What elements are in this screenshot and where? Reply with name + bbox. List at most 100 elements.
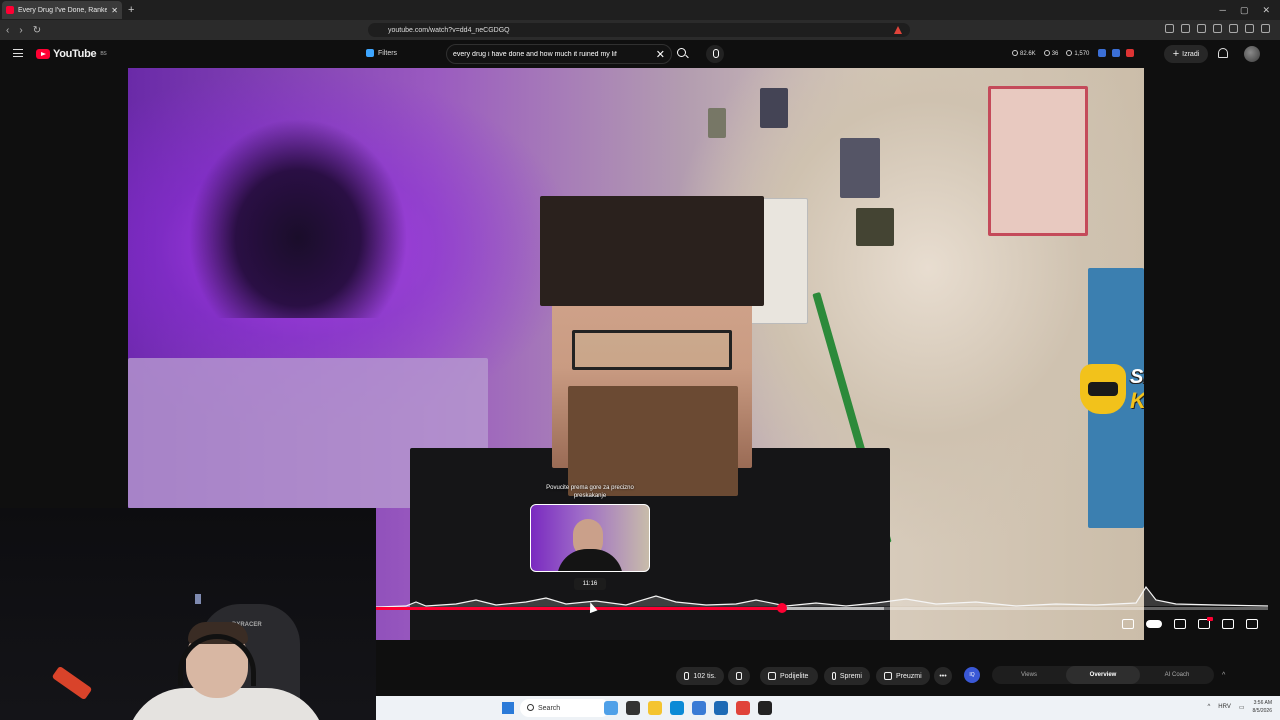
tab-ai-coach[interactable]: AI Coach <box>1140 666 1214 684</box>
file-explorer-icon[interactable] <box>648 701 662 715</box>
progress-played <box>376 607 782 610</box>
stat-value: 82.6K <box>1020 51 1036 57</box>
chapters-icon[interactable] <box>1122 619 1134 629</box>
tray-overflow-icon[interactable]: ^ <box>1207 704 1210 710</box>
thumbs-down-icon <box>736 672 742 680</box>
video-actions: 102 tis. Podijelite Spremi Preuzmi ••• I… <box>376 640 1280 696</box>
extension-icon[interactable] <box>1261 24 1270 33</box>
notifications-bell-icon[interactable] <box>1218 48 1228 58</box>
forward-icon[interactable]: › <box>19 25 22 36</box>
eye-icon <box>1012 50 1018 56</box>
logo-text: YouTube <box>53 48 97 60</box>
close-tab-icon[interactable]: ✕ <box>111 6 118 15</box>
extension-icon[interactable] <box>1181 24 1190 33</box>
heatmap-curve <box>376 585 1268 608</box>
create-label: Izradi <box>1182 50 1200 58</box>
player-controls-right <box>1122 617 1258 629</box>
extension-icon[interactable] <box>1245 24 1254 33</box>
more-actions-button[interactable]: ••• <box>934 667 952 685</box>
tab-views[interactable]: Views <box>992 666 1066 684</box>
collapse-chevron-icon[interactable]: ^ <box>1222 672 1225 679</box>
network-icon[interactable]: ▭ <box>1239 704 1245 711</box>
monkey-logo-icon <box>1080 364 1126 414</box>
dislike-button[interactable] <box>728 667 750 685</box>
avatar[interactable] <box>1244 46 1260 62</box>
windows-start-icon[interactable] <box>502 702 514 714</box>
extension-icon[interactable] <box>1213 24 1222 33</box>
segmented-control: Views Overview AI Coach <box>992 666 1214 684</box>
miniplayer-icon[interactable] <box>1222 619 1234 629</box>
youtube-logo[interactable]: YouTube BS <box>36 48 107 60</box>
download-button[interactable]: Preuzmi <box>876 667 930 685</box>
like-button[interactable]: 102 tis. <box>676 667 724 685</box>
filters-button[interactable]: Filters <box>366 49 397 57</box>
clear-search-icon[interactable]: ✕ <box>656 48 665 61</box>
app-icon[interactable] <box>758 701 772 715</box>
most-replayed-heatmap <box>376 585 1268 608</box>
bookmark-icon <box>832 672 836 680</box>
edge-icon[interactable] <box>670 701 684 715</box>
download-icon <box>884 672 892 680</box>
extension-icon[interactable] <box>1112 49 1120 57</box>
back-icon[interactable]: ‹ <box>6 25 9 36</box>
mail-icon[interactable] <box>692 701 706 715</box>
system-tray: ^ HRV ▭ 3:56 AM 8/5/2026 <box>1207 699 1272 715</box>
hamburger-menu-icon[interactable] <box>13 49 23 57</box>
taskbar-search[interactable]: Search <box>520 699 610 717</box>
like-stat-icon <box>1066 50 1073 56</box>
close-window-icon[interactable]: ✕ <box>1262 5 1270 16</box>
widgets-icon[interactable] <box>604 701 618 715</box>
filter-icon <box>366 49 374 57</box>
vidiq-icon[interactable]: IQ <box>964 667 980 683</box>
taskbar-apps <box>604 701 772 715</box>
extension-icon[interactable] <box>1165 24 1174 33</box>
logo-region: BS <box>100 51 107 57</box>
search-query: every drug i have done and how much it r… <box>453 50 617 58</box>
clock-date: 8/5/2026 <box>1252 708 1272 714</box>
browser-tab[interactable]: Every Drug I've Done, Ranked b ✕ <box>2 1 122 19</box>
windows-taskbar: Search ^ HRV ▭ 3:56 AM 8/5/2026 <box>376 696 1280 720</box>
subtitles-icon[interactable] <box>1174 619 1186 629</box>
language-indicator[interactable]: HRV <box>1218 704 1231 710</box>
clock-time: 3:56 AM <box>1253 700 1272 706</box>
url-field[interactable]: youtube.com/watch?v=dd4_neCGDGQ <box>368 23 910 37</box>
comment-icon <box>1043 50 1050 56</box>
wall-photo <box>708 108 726 138</box>
new-tab-icon[interactable]: + <box>128 4 134 16</box>
wall-photo <box>760 88 788 128</box>
tab-overview[interactable]: Overview <box>1066 666 1140 684</box>
share-button[interactable]: Podijelite <box>760 667 818 685</box>
store-icon[interactable] <box>714 701 728 715</box>
save-button[interactable]: Spremi <box>824 667 870 685</box>
task-view-icon[interactable] <box>626 701 640 715</box>
settings-icon[interactable] <box>1198 617 1213 629</box>
clock[interactable]: 3:56 AM 8/5/2026 <box>1253 699 1272 715</box>
download-label: Preuzmi <box>896 672 922 680</box>
stat-comments: 36 <box>1043 50 1059 57</box>
address-bar-row: ‹ › ↻ youtube.com/watch?v=dd4_neCGDGQ <box>0 20 1280 40</box>
extension-icon[interactable] <box>1098 49 1106 57</box>
search-input[interactable]: every drug i have done and how much it r… <box>446 44 672 64</box>
microphone-icon[interactable] <box>706 45 724 63</box>
search-icon[interactable] <box>674 46 690 62</box>
fullscreen-icon[interactable] <box>1246 619 1258 629</box>
sponsor-name: SkinsMonkey <box>1130 366 1144 388</box>
stat-likes: 1,570 <box>1066 50 1089 57</box>
brave-shield-icon[interactable] <box>894 26 902 34</box>
extension-icon[interactable] <box>1126 49 1134 57</box>
autoplay-toggle[interactable] <box>1146 620 1162 628</box>
reload-icon[interactable]: ↻ <box>33 25 41 36</box>
minimize-icon[interactable]: ─ <box>1220 5 1226 16</box>
extension-icon[interactable] <box>1197 24 1206 33</box>
extension-icon[interactable] <box>1229 24 1238 33</box>
youtube-header: YouTube BS Filters every drug i have don… <box>0 40 1280 68</box>
plant-silhouette <box>188 118 408 318</box>
stat-views: 82.6K <box>1012 50 1036 57</box>
progress-scrubber-handle[interactable] <box>776 603 787 613</box>
seek-preview-thumbnail <box>530 504 650 572</box>
maximize-icon[interactable]: ▢ <box>1240 5 1249 16</box>
brave-icon[interactable] <box>736 701 750 715</box>
preview-presenter-body <box>557 549 623 571</box>
create-button[interactable]: + Izradi <box>1164 45 1208 63</box>
stat-value: 36 <box>1051 51 1059 57</box>
